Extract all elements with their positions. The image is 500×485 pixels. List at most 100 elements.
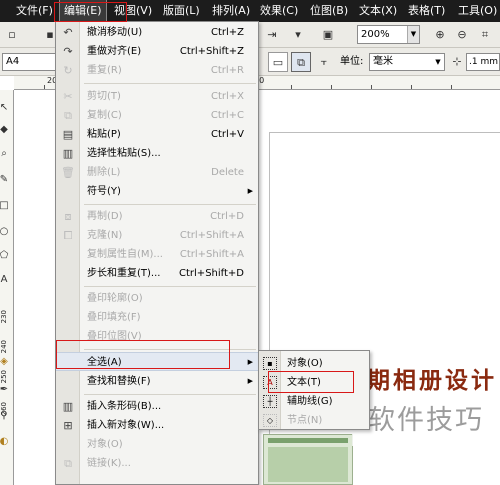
menu-layout[interactable]: 版面(L) — [163, 0, 200, 22]
eyedropper-tool-icon[interactable]: ⚲ — [0, 406, 11, 426]
menu-item-label: 删除(L) — [87, 167, 121, 178]
menu-item-undo[interactable]: ↶ 撤消移动(U) Ctrl+Z — [56, 23, 258, 42]
menu-item-overprint-fill[interactable]: 叠印填充(F) — [56, 308, 258, 327]
menu-item-overprint-outline[interactable]: 叠印轮廓(O) — [56, 289, 258, 308]
application-launcher-icon[interactable]: ▾ — [288, 25, 308, 45]
pick-tool-icon[interactable]: ↖ — [0, 98, 11, 118]
page-size-value: A4 — [6, 56, 20, 67]
watermark: 软件技巧 — [352, 396, 500, 446]
menu-item-duplicate[interactable]: ⧈ 再制(D) Ctrl+D — [56, 207, 258, 226]
new-document-icon[interactable]: ▫ — [2, 25, 22, 45]
menu-item-clone[interactable]: ⧠ 克隆(N) Ctrl+Shift+A — [56, 226, 258, 245]
submenu-item-guidelines[interactable]: ┼ 辅助线(G) — [259, 392, 369, 411]
thumbnail-bar — [268, 438, 348, 443]
menu-item-cut[interactable]: ✂ 剪切(T) Ctrl+X — [56, 87, 258, 106]
current-page-icon[interactable]: ⫟ — [314, 52, 334, 72]
menu-item-step-repeat[interactable]: 步长和重复(T)... Ctrl+Shift+D — [56, 264, 258, 283]
copy-icon: ⧉ — [64, 109, 72, 122]
unit-label: 单位: — [340, 56, 364, 67]
all-pages-icon[interactable]: ⧉ — [291, 52, 311, 72]
thumbnail-picture — [268, 447, 348, 482]
barcode-icon: ▥ — [62, 400, 74, 413]
menu-item-links[interactable]: ⧉ 链接(K)... — [56, 454, 258, 473]
menu-item-copy[interactable]: ⧉ 复制(C) Ctrl+C — [56, 106, 258, 125]
menu-item-label: 对象(O) — [87, 439, 123, 450]
menu-item-shortcut: Ctrl+Shift+Z — [179, 46, 244, 57]
paste-special-icon: ▥ — [62, 147, 74, 160]
chevron-down-icon: ▼ — [407, 26, 419, 43]
menu-item-shortcut: Ctrl+C — [210, 110, 244, 121]
polygon-tool-icon[interactable]: ⬠ — [0, 246, 11, 266]
menu-item-object[interactable]: 对象(O) — [56, 435, 258, 454]
text-tool-icon[interactable]: A — [0, 270, 11, 290]
submenu-item-nodes[interactable]: ◇ 节点(N) — [259, 411, 369, 430]
menu-effects[interactable]: 效果(C) — [260, 0, 298, 22]
menu-item-label: 步长和重复(T)... — [87, 268, 161, 279]
outline-tool-icon[interactable]: ✒ — [0, 380, 11, 400]
menu-bitmaps[interactable]: 位图(B) — [310, 0, 348, 22]
paste-icon: ▤ — [62, 128, 74, 141]
import-icon[interactable]: ⇥ — [262, 25, 282, 45]
menu-item-label: 节点(N) — [287, 415, 323, 426]
menu-tools[interactable]: 工具(O) — [458, 0, 497, 22]
landscape-icon[interactable]: ▭ — [268, 52, 288, 72]
zoom-tool-icon[interactable]: ⌕ — [0, 144, 11, 164]
unit-select[interactable]: 毫米 ▼ — [369, 53, 445, 71]
submenu-arrow-icon: ▶ — [247, 187, 253, 195]
menu-separator — [84, 83, 256, 84]
menu-item-symbol[interactable]: 符号(Y) ▶ — [56, 182, 258, 201]
menu-text[interactable]: 文本(X) — [359, 0, 397, 22]
menu-item-delete[interactable]: 🗑 删除(L) Delete — [56, 163, 258, 182]
nudge-distance-input[interactable]: .1 mm — [466, 53, 500, 71]
menu-item-label: 符号(Y) — [87, 186, 121, 197]
fill-tool-icon[interactable]: ◈ — [0, 352, 11, 372]
menu-separator — [84, 204, 256, 205]
menu-item-shortcut: Ctrl+V — [210, 129, 244, 140]
menu-item-copy-properties[interactable]: 复制属性自(M)... Ctrl+Shift+A — [56, 245, 258, 264]
rectangle-tool-icon[interactable]: □ — [0, 196, 11, 216]
welcome-screen-icon[interactable]: ▣ — [318, 25, 338, 45]
menu-item-paste-special[interactable]: ▥ 选择性粘贴(S)... — [56, 144, 258, 163]
shape-tool-icon[interactable]: ◆ — [0, 120, 11, 140]
zoom-out-icon[interactable]: ⊖ — [452, 25, 472, 45]
insert-object-icon: ⊞ — [63, 419, 73, 432]
redo-icon: ↷ — [63, 45, 73, 58]
menu-item-label: 辅助线(G) — [287, 396, 333, 407]
zoom-level-select[interactable]: 200% ▼ — [357, 25, 420, 44]
menu-item-label: 粘贴(P) — [87, 129, 121, 140]
menu-file[interactable]: 文件(F) — [16, 0, 53, 22]
submenu-arrow-icon: ▶ — [247, 358, 253, 366]
canvas-image-thumbnail[interactable] — [263, 434, 353, 485]
menu-item-shortcut: Ctrl+Shift+A — [179, 249, 244, 260]
repeat-icon: ↻ — [63, 64, 73, 77]
clone-icon: ⧠ — [63, 229, 73, 242]
freehand-tool-icon[interactable]: ✎ — [0, 170, 11, 190]
menu-table[interactable]: 表格(T) — [408, 0, 445, 22]
objects-icon: ▪ — [263, 357, 277, 370]
interactive-fill-icon[interactable]: ◐ — [0, 432, 11, 452]
page-size-select[interactable]: A4 — [2, 53, 60, 71]
menu-item-label: 复制属性自(M)... — [87, 249, 163, 260]
menu-item-insert-object[interactable]: ⊞ 插入新对象(W)... — [56, 416, 258, 435]
menu-item-find-replace[interactable]: 查找和替换(F) ▶ — [56, 372, 258, 391]
zoom-in-icon[interactable]: ⊕ — [430, 25, 450, 45]
menu-item-paste[interactable]: ▤ 粘贴(P) Ctrl+V — [56, 125, 258, 144]
chevron-down-icon: ▼ — [435, 58, 441, 66]
menu-item-label: 撤消移动(U) — [87, 27, 143, 38]
menu-item-repeat[interactable]: ↻ 重复(R) Ctrl+R — [56, 61, 258, 80]
menu-item-label: 插入条形码(B)... — [87, 401, 162, 412]
snap-to-icon[interactable]: ⌗ — [475, 25, 495, 45]
canvas-headline-text[interactable]: 期相册设计 — [367, 361, 497, 395]
menu-item-insert-barcode[interactable]: ▥ 插入条形码(B)... — [56, 397, 258, 416]
highlight-box-edit-menu — [54, 2, 127, 22]
menu-item-shortcut: Ctrl+Z — [210, 27, 244, 38]
zoom-level-value: 200% — [361, 29, 390, 40]
menu-item-label: 重复(R) — [87, 65, 122, 76]
submenu-arrow-icon: ▶ — [247, 377, 253, 385]
menu-item-label: 剪切(T) — [87, 91, 121, 102]
menu-arrange[interactable]: 排列(A) — [212, 0, 250, 22]
ellipse-tool-icon[interactable]: ○ — [0, 222, 11, 242]
menu-item-redo-align[interactable]: ↷ 重做对齐(E) Ctrl+Shift+Z — [56, 42, 258, 61]
menu-item-label: 叠印填充(F) — [87, 312, 141, 323]
menu-item-shortcut: Ctrl+Shift+D — [179, 268, 244, 279]
